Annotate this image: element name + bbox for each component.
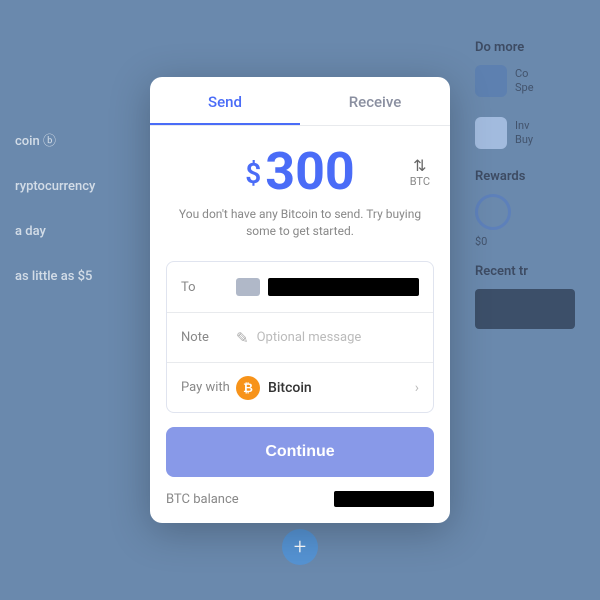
- bitcoin-icon: ₿: [236, 376, 260, 400]
- contact-icon: [236, 278, 260, 296]
- note-field-row: Note ✎ Optional message: [167, 312, 433, 362]
- chevron-right-icon: ›: [415, 380, 419, 396]
- note-placeholder[interactable]: Optional message: [257, 330, 362, 345]
- btc-balance-row: BTC balance: [150, 491, 450, 507]
- pay-with-value: Bitcoin: [268, 380, 312, 396]
- pay-with-content: ₿ Bitcoin ›: [236, 376, 419, 400]
- amount-section: $ 300 ⇅ BTC You don't have any Bitcoin t…: [150, 126, 450, 262]
- form-section: To Note ✎ Optional message Pay with ₿ Bi…: [166, 261, 434, 413]
- btc-label: BTC: [410, 175, 430, 188]
- send-receive-modal: Send Receive $ 300 ⇅ BTC You don't have …: [150, 77, 450, 524]
- amount-display: $ 300 ⇅ BTC: [170, 146, 430, 198]
- swap-icon: ⇅: [413, 156, 426, 175]
- to-input-area[interactable]: [236, 278, 419, 296]
- pay-with-label: Pay with: [181, 380, 236, 395]
- pay-with-field-row[interactable]: Pay with ₿ Bitcoin ›: [167, 362, 433, 412]
- to-field-row: To: [167, 262, 433, 312]
- edit-icon: ✎: [236, 329, 249, 347]
- modal-tabs: Send Receive: [150, 77, 450, 126]
- btc-toggle[interactable]: ⇅ BTC: [410, 156, 430, 188]
- tab-send[interactable]: Send: [150, 77, 300, 125]
- to-value-redacted: [268, 278, 419, 296]
- btc-balance-value-redacted: [334, 491, 434, 507]
- currency-symbol: $: [245, 157, 261, 190]
- note-label: Note: [181, 330, 236, 345]
- btc-balance-label: BTC balance: [166, 492, 239, 507]
- tab-receive[interactable]: Receive: [300, 77, 450, 125]
- amount-value[interactable]: 300: [265, 146, 355, 198]
- amount-hint: You don't have any Bitcoin to send. Try …: [170, 206, 430, 240]
- modal-backdrop: Send Receive $ 300 ⇅ BTC You don't have …: [0, 0, 600, 600]
- to-label: To: [181, 280, 236, 295]
- continue-button[interactable]: Continue: [166, 427, 434, 477]
